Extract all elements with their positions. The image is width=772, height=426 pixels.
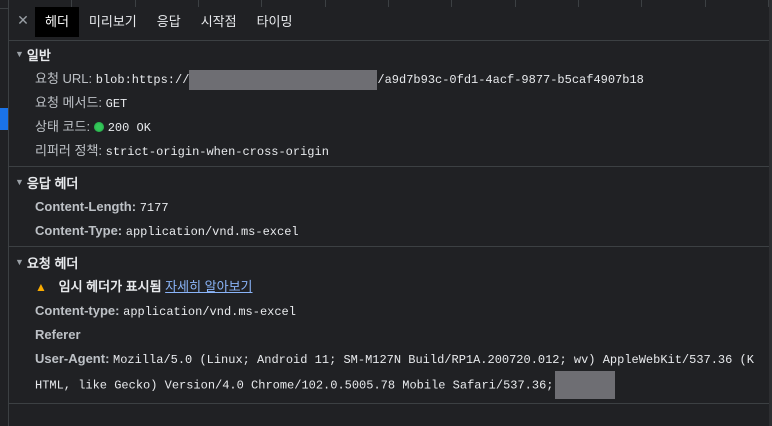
request-headers-section-header[interactable]: ▼ 요청 헤더: [9, 249, 769, 275]
tab-timing[interactable]: 타이밍: [247, 7, 303, 37]
request-url-prefix[interactable]: blob:https://: [96, 73, 190, 87]
close-icon[interactable]: ✕: [11, 12, 35, 29]
status-code-label: 상태 코드:: [35, 119, 91, 134]
header-row: Content-type: application/vnd.ms-excel: [35, 299, 769, 323]
provisional-headers-warning: ▲ 임시 헤더가 표시됨 자세히 알아보기: [35, 275, 769, 299]
section-divider: [9, 246, 769, 247]
redacted-block: [189, 69, 378, 90]
expand-triangle-icon: ▼: [15, 257, 24, 267]
response-headers-body: Content-Length: 7177 Content-Type: appli…: [9, 195, 769, 246]
tab-preview[interactable]: 미리보기: [79, 7, 147, 37]
request-url-row: 요청 URL: blob:https:// /a9d7b93c-0fd1-4acf…: [35, 67, 769, 91]
redacted-block: [555, 371, 616, 399]
header-value[interactable]: Mozilla/5.0 (Linux; Android 11; SM-M127N…: [113, 353, 754, 367]
tab-bar: ✕ 헤더 미리보기 응답 시작점 타이밍: [9, 0, 769, 41]
header-value[interactable]: application/vnd.ms-excel: [126, 225, 299, 239]
section-divider: [9, 166, 769, 167]
column-header-strip: [9, 0, 769, 7]
network-request-list[interactable]: [0, 0, 9, 426]
general-section-body: 요청 URL: blob:https:// /a9d7b93c-0fd1-4acf…: [9, 67, 769, 166]
header-key: User-Agent:: [35, 351, 110, 366]
general-section-header[interactable]: ▼ 일반: [9, 41, 769, 67]
request-method-row: 요청 메서드: GET: [35, 91, 769, 115]
request-method-label: 요청 메서드:: [35, 95, 103, 110]
headers-panel: ▼ 일반 요청 URL: blob:https:// /a9d7b93c-0fd1…: [9, 41, 769, 426]
status-dot-icon: [93, 121, 104, 132]
tab-initiator[interactable]: 시작점: [191, 7, 247, 37]
header-value[interactable]: 7177: [140, 201, 169, 215]
request-url-suffix[interactable]: /a9d7b93c-0fd1-4acf-9877-b5caf4907b18: [377, 73, 643, 87]
learn-more-link[interactable]: 자세히 알아보기: [165, 279, 252, 294]
list-divider: [0, 8, 8, 9]
header-key: Referer: [35, 327, 81, 342]
header-key: Content-Type:: [35, 223, 123, 238]
referrer-policy-label: 리퍼러 정책:: [35, 143, 103, 158]
header-value-continued[interactable]: HTML, like Gecko) Version/4.0 Chrome/102…: [35, 378, 553, 392]
header-row: Content-Length: 7177: [35, 195, 769, 219]
header-key: Content-type:: [35, 303, 120, 318]
warning-text: 임시 헤더가 표시됨: [58, 279, 162, 294]
header-row-continued: HTML, like Gecko) Version/4.0 Chrome/102…: [35, 371, 769, 399]
response-headers-title: 응답 헤더: [26, 175, 79, 191]
request-method-value[interactable]: GET: [106, 97, 128, 111]
header-row: Referer: [35, 323, 769, 347]
selected-request-row[interactable]: [0, 108, 8, 130]
tab-headers[interactable]: 헤더: [35, 7, 79, 37]
referrer-policy-row: 리퍼러 정책: strict-origin-when-cross-origin: [35, 139, 769, 163]
response-headers-section-header[interactable]: ▼ 응답 헤더: [9, 169, 769, 195]
header-key: Content-Length:: [35, 199, 137, 214]
referrer-policy-value[interactable]: strict-origin-when-cross-origin: [106, 145, 329, 159]
request-headers-body: ▲ 임시 헤더가 표시됨 자세히 알아보기 Content-type: appl…: [9, 275, 769, 399]
header-row: User-Agent: Mozilla/5.0 (Linux; Android …: [35, 347, 769, 371]
expand-triangle-icon: ▼: [15, 177, 24, 187]
section-divider: [9, 403, 769, 404]
warning-icon: ▲: [35, 280, 47, 294]
expand-triangle-icon: ▼: [15, 49, 24, 59]
status-code-row: 상태 코드: 200 OK: [35, 115, 769, 139]
general-section-title: 일반: [26, 47, 51, 63]
tab-response[interactable]: 응답: [147, 7, 191, 37]
header-row: Content-Type: application/vnd.ms-excel: [35, 219, 769, 243]
request-url-label: 요청 URL:: [35, 71, 93, 86]
status-code-value[interactable]: 200 OK: [108, 121, 151, 135]
request-headers-title: 요청 헤더: [26, 255, 79, 271]
header-value[interactable]: application/vnd.ms-excel: [123, 305, 296, 319]
